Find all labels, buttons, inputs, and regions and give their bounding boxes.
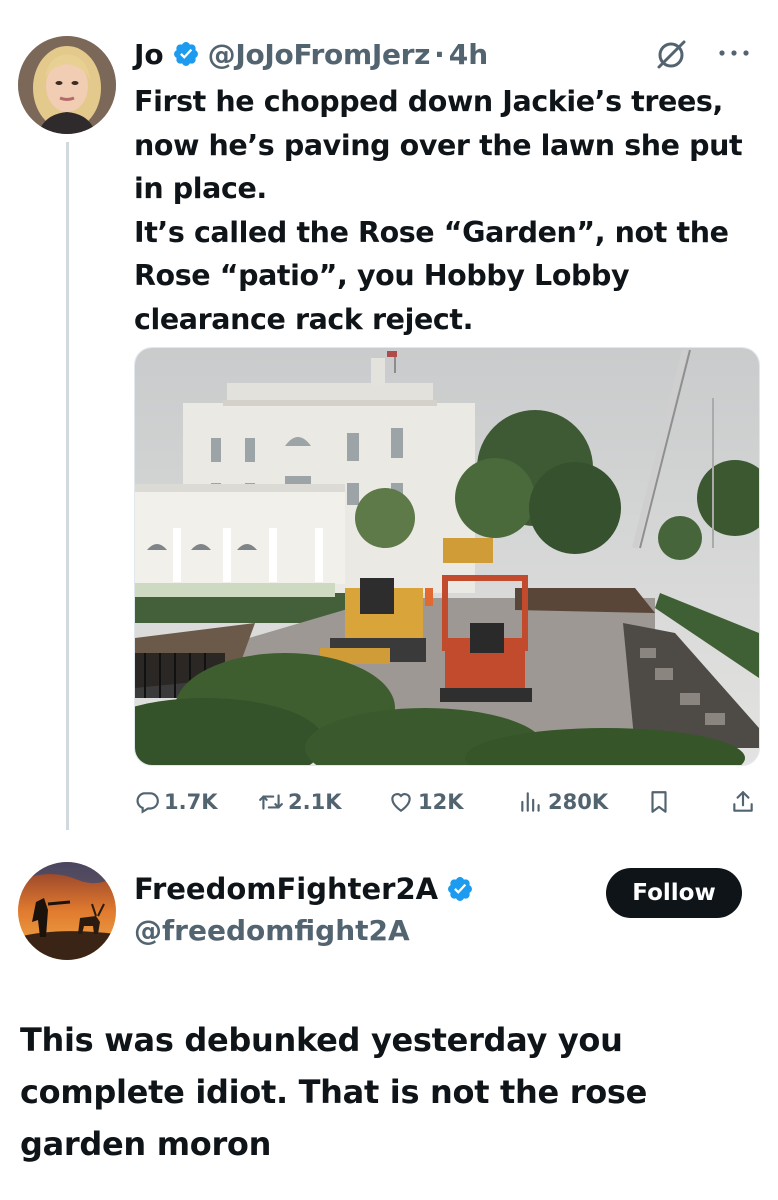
share-icon <box>733 791 753 812</box>
like-button[interactable]: 12K <box>388 784 464 820</box>
separator-dot: · <box>434 37 445 71</box>
tweet-photo[interactable] <box>134 347 760 766</box>
views-button[interactable]: 280K <box>518 784 608 820</box>
follow-button[interactable]: Follow <box>606 868 742 918</box>
reply-button[interactable]: 1.7K <box>134 784 217 820</box>
views-chart-icon <box>521 792 540 812</box>
tweet-header: Jo @JoJoFromJerz · 4h <box>134 34 488 74</box>
repost-icon <box>259 794 283 810</box>
ellipsis-icon[interactable] <box>714 38 754 68</box>
tweet-text: First he chopped down Jackie’s trees, no… <box>134 80 759 341</box>
author-avatar[interactable] <box>18 36 116 134</box>
verified-badge-icon <box>172 40 200 68</box>
woman-portrait-avatar-icon <box>18 36 116 134</box>
repost-count: 2.1K <box>288 790 342 814</box>
heart-icon <box>391 793 411 812</box>
white-house-construction-photo-icon <box>135 348 759 765</box>
hunter-deer-sunset-avatar-icon <box>18 862 116 960</box>
tweet-text-line: First he chopped down Jackie’s trees, no… <box>134 85 743 205</box>
tweet-actions: 1.7K 2.1K 12K 280K <box>134 784 760 820</box>
bookmark-icon <box>651 791 667 813</box>
repost-button[interactable]: 2.1K <box>258 784 341 820</box>
thread-line <box>66 142 69 830</box>
reply-text: This was debunked yesterday you complete… <box>20 1021 648 1163</box>
view-count: 280K <box>548 790 609 814</box>
timestamp[interactable]: 4h <box>449 38 488 71</box>
reply-author-avatar[interactable] <box>18 862 116 960</box>
bookmark-button[interactable] <box>646 784 672 820</box>
verified-badge-icon <box>446 875 474 903</box>
reply-author-name[interactable]: FreedomFighter2A <box>134 872 438 906</box>
reply-author-header: FreedomFighter2A <box>134 872 482 906</box>
reply-author-handle[interactable]: @freedomfight2A <box>134 914 410 947</box>
share-button[interactable] <box>730 784 756 820</box>
reply-count: 1.7K <box>164 790 218 814</box>
like-count: 12K <box>418 790 464 814</box>
reply-icon <box>136 792 159 814</box>
grok-icon[interactable] <box>654 38 688 72</box>
author-name[interactable]: Jo <box>134 38 164 71</box>
author-handle[interactable]: @JoJoFromJerz <box>208 38 431 71</box>
tweet-text-line: It’s called the Rose “Garden”, not the R… <box>134 215 729 336</box>
